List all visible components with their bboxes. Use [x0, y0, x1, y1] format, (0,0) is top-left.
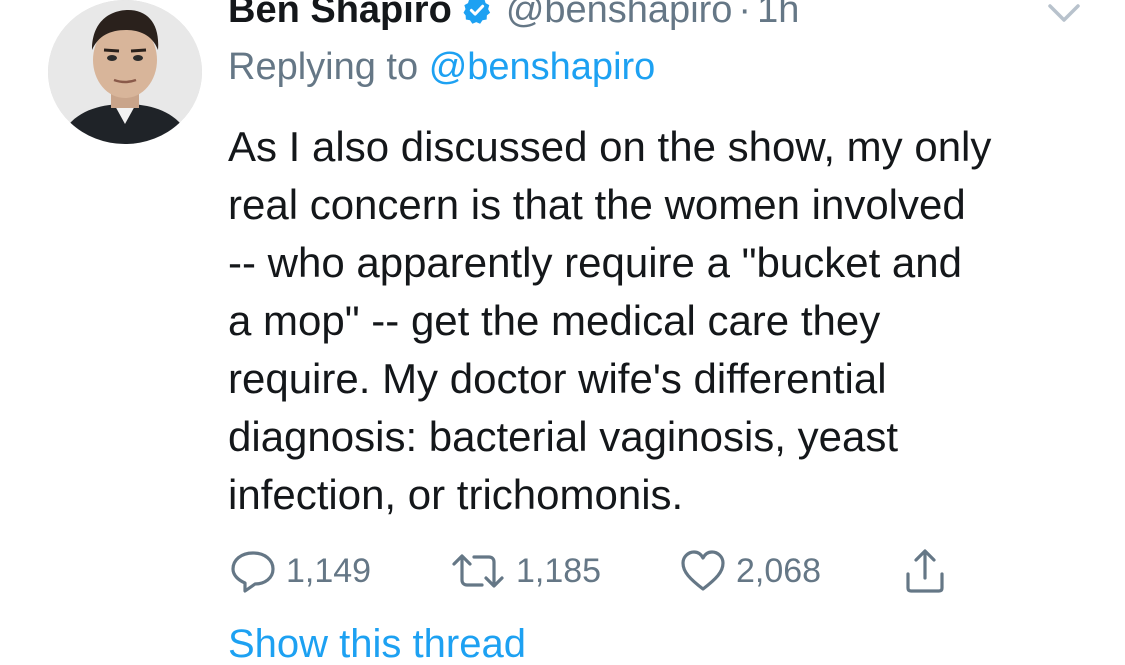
- retweet-icon: [452, 554, 504, 588]
- like-count: 2,068: [736, 551, 822, 590]
- tweet-body-line: -- who apparently require a "bucket and: [228, 239, 962, 286]
- retweet-button[interactable]: 1,185: [448, 543, 601, 599]
- author-handle[interactable]: @benshapiro: [506, 0, 733, 32]
- reply-count: 1,149: [286, 551, 372, 590]
- avatar-image: [48, 0, 202, 144]
- header-separator: ·: [738, 0, 752, 31]
- share-icon: [906, 549, 944, 593]
- tweet-body-line: infection, or trichomonis.: [228, 471, 684, 518]
- verified-badge-icon: [462, 0, 492, 25]
- author-name[interactable]: Ben Shapiro: [228, 0, 452, 32]
- show-thread-link[interactable]: Show this thread: [228, 622, 526, 665]
- tweet-body-line: diagnosis: bacterial vaginosis, yeast: [228, 413, 899, 460]
- like-button[interactable]: 2,068: [678, 543, 821, 599]
- replying-to-mention[interactable]: @benshapiro: [429, 46, 656, 88]
- tweet-body-line: require. My doctor wife's differential: [228, 355, 887, 402]
- reply-icon: [231, 551, 275, 593]
- tweet-body-line: a mop" -- get the medical care they: [228, 297, 881, 344]
- avatar[interactable]: [48, 0, 202, 144]
- chevron-down-icon[interactable]: [1047, 2, 1081, 24]
- tweet-actions: 1,149 1,185 2,068: [228, 543, 968, 599]
- tweet-timestamp[interactable]: 1h: [757, 0, 799, 32]
- replying-to-label: Replying to: [228, 46, 419, 88]
- retweet-count: 1,185: [516, 551, 602, 590]
- reply-button[interactable]: 1,149: [228, 543, 371, 599]
- tweet-body-line: As I also discussed on the show, my only: [228, 123, 992, 170]
- replying-to: Replying to @benshapiro: [228, 46, 655, 89]
- tweet-body: As I also discussed on the show, my only…: [228, 118, 1088, 524]
- tweet-header: Ben Shapiro @benshapiro · 1h: [228, 0, 799, 32]
- share-button[interactable]: [900, 543, 950, 599]
- tweet-body-line: real concern is that the women involved: [228, 181, 966, 228]
- heart-icon: [681, 550, 725, 591]
- tweet: Ben Shapiro @benshapiro · 1h Replying to…: [0, 0, 1125, 665]
